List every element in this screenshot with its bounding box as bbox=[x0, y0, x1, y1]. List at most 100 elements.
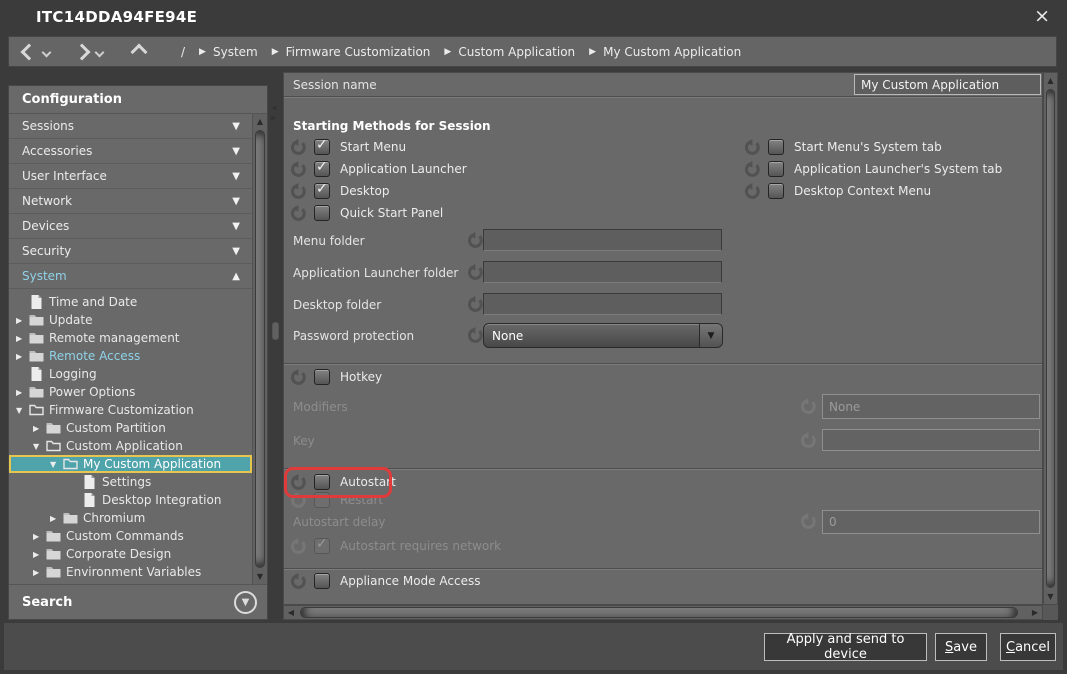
tree-item-partial[interactable]: ▶ bbox=[9, 581, 252, 583]
expand-icon[interactable]: ▶ bbox=[33, 532, 46, 541]
tree-item-desktop-integration[interactable]: Desktop Integration bbox=[9, 491, 252, 509]
tree-item-power-options[interactable]: ▶ Power Options bbox=[9, 383, 252, 401]
application-launcher-system-tab-checkbox[interactable] bbox=[768, 161, 784, 177]
scroll-up-icon[interactable]: ▲ bbox=[1044, 73, 1057, 88]
collapse-icon[interactable]: ▼ bbox=[33, 442, 46, 451]
breadcrumb-item-firmware-customization[interactable]: Firmware Customization bbox=[286, 45, 431, 59]
apply-and-send-button[interactable]: Apply and send to device bbox=[764, 633, 927, 661]
forward-history-chevron-icon[interactable] bbox=[95, 48, 105, 58]
appliance-mode-access-checkbox[interactable] bbox=[314, 573, 330, 589]
tree-item-environment-variables[interactable]: ▶ Environment Variables bbox=[9, 563, 252, 581]
collapse-icon[interactable]: ▼ bbox=[50, 460, 63, 469]
back-history-chevron-icon[interactable] bbox=[42, 48, 52, 58]
tree-item-chromium[interactable]: ▶ Chromium bbox=[9, 509, 252, 527]
tree-item-custom-commands[interactable]: ▶ Custom Commands bbox=[9, 527, 252, 545]
reset-icon[interactable] bbox=[290, 183, 306, 199]
reset-icon[interactable] bbox=[744, 139, 760, 155]
main-horizontal-scrollbar[interactable]: ◀ ▶ bbox=[283, 605, 1043, 620]
start-menu-checkbox[interactable] bbox=[314, 139, 330, 155]
sidebar-item-security[interactable]: Security ▼ bbox=[9, 239, 252, 264]
sidebar-list: Sessions ▼ Accessories ▼ User Interface … bbox=[9, 114, 252, 584]
tree-item-my-custom-application[interactable]: ▼ My Custom Application bbox=[9, 455, 252, 473]
sidebar-item-devices[interactable]: Devices ▼ bbox=[9, 214, 252, 239]
scroll-left-icon[interactable]: ◀ bbox=[284, 606, 298, 619]
sidebar-item-accessories[interactable]: Accessories ▼ bbox=[9, 139, 252, 164]
desktop-checkbox[interactable] bbox=[314, 183, 330, 199]
tree-item-remote-management[interactable]: ▶ Remote management bbox=[9, 329, 252, 347]
splitter-collapse-icon[interactable]: ◀ bbox=[271, 104, 276, 112]
expand-icon[interactable]: ▶ bbox=[16, 388, 29, 397]
tree-item-update[interactable]: ▶ Update bbox=[9, 311, 252, 329]
quick-start-panel-checkbox[interactable] bbox=[314, 205, 330, 221]
tree-item-settings[interactable]: Settings bbox=[9, 473, 252, 491]
reset-icon[interactable] bbox=[290, 369, 306, 385]
sidebar-item-network[interactable]: Network ▼ bbox=[9, 189, 252, 214]
tree-item-remote-access[interactable]: ▶ Remote Access bbox=[9, 347, 252, 365]
reset-icon[interactable] bbox=[467, 327, 483, 343]
reset-icon[interactable] bbox=[744, 183, 760, 199]
breadcrumb-item-my-custom-application[interactable]: My Custom Application bbox=[603, 45, 741, 59]
menu-folder-input[interactable] bbox=[483, 229, 722, 251]
expand-icon[interactable]: ▶ bbox=[16, 352, 29, 361]
desktop-context-menu-checkbox[interactable] bbox=[768, 183, 784, 199]
tree-item-custom-application[interactable]: ▼ Custom Application bbox=[9, 437, 252, 455]
save-button[interactable]: Save bbox=[935, 633, 987, 661]
expand-icon[interactable]: ▶ bbox=[33, 550, 46, 559]
scroll-down-icon[interactable]: ▼ bbox=[1044, 589, 1057, 604]
scrollbar-thumb[interactable] bbox=[255, 130, 265, 568]
scroll-down-icon[interactable]: ▼ bbox=[253, 569, 267, 584]
search-expand-button[interactable]: ▼ bbox=[234, 591, 257, 614]
tree-item-logging[interactable]: Logging bbox=[9, 365, 252, 383]
splitter-expand-icon[interactable]: ▶ bbox=[271, 114, 276, 122]
desktop-folder-input[interactable] bbox=[483, 293, 722, 315]
main-vertical-scrollbar[interactable]: ▲ ▼ bbox=[1043, 72, 1058, 605]
category-label: Devices bbox=[22, 219, 232, 233]
tree-item-firmware-customization[interactable]: ▼ Firmware Customization bbox=[9, 401, 252, 419]
expand-icon[interactable]: ▶ bbox=[33, 568, 46, 577]
scrollbar-thumb[interactable] bbox=[1046, 89, 1055, 588]
scroll-right-icon[interactable]: ▶ bbox=[1028, 606, 1042, 619]
expand-icon[interactable]: ▶ bbox=[50, 514, 63, 523]
collapse-icon[interactable]: ▼ bbox=[16, 406, 29, 415]
reset-icon[interactable] bbox=[290, 161, 306, 177]
checkbox-label: Autostart bbox=[340, 475, 396, 489]
tree-item-custom-partition[interactable]: ▶ Custom Partition bbox=[9, 419, 252, 437]
scrollbar-thumb[interactable] bbox=[300, 607, 1018, 618]
sidebar-item-user-interface[interactable]: User Interface ▼ bbox=[9, 164, 252, 189]
application-launcher-checkbox[interactable] bbox=[314, 161, 330, 177]
reset-icon[interactable] bbox=[290, 205, 306, 221]
tree-item-corporate-design[interactable]: ▶ Corporate Design bbox=[9, 545, 252, 563]
reset-icon[interactable] bbox=[467, 264, 483, 280]
reset-icon[interactable] bbox=[290, 139, 306, 155]
session-name-input[interactable] bbox=[854, 74, 1041, 95]
sidebar-item-system[interactable]: System ▲ bbox=[9, 264, 252, 289]
reset-icon[interactable] bbox=[467, 232, 483, 248]
autostart-checkbox[interactable] bbox=[314, 474, 330, 490]
reset-icon[interactable] bbox=[290, 573, 306, 589]
expand-icon[interactable]: ▶ bbox=[33, 424, 46, 433]
expand-icon[interactable]: ▶ bbox=[16, 316, 29, 325]
password-protection-dropdown[interactable]: None ▼ bbox=[483, 323, 723, 348]
application-launcher-folder-input[interactable] bbox=[483, 261, 722, 283]
dropdown-arrow-icon[interactable]: ▼ bbox=[699, 324, 722, 347]
breadcrumb-item-custom-application[interactable]: Custom Application bbox=[458, 45, 575, 59]
folder-icon bbox=[29, 331, 44, 345]
reset-icon[interactable] bbox=[744, 161, 760, 177]
start-menu-system-tab-checkbox[interactable] bbox=[768, 139, 784, 155]
back-icon[interactable] bbox=[21, 43, 38, 60]
forward-icon[interactable] bbox=[74, 43, 91, 60]
breadcrumb-item-system[interactable]: System bbox=[213, 45, 258, 59]
reset-icon[interactable] bbox=[467, 296, 483, 312]
close-icon[interactable]: × bbox=[1030, 4, 1054, 28]
splitter-grip[interactable] bbox=[272, 322, 279, 340]
up-icon[interactable] bbox=[131, 43, 148, 60]
scroll-up-icon[interactable]: ▲ bbox=[253, 114, 267, 129]
cancel-button[interactable]: Cancel bbox=[1000, 633, 1056, 661]
expand-icon[interactable]: ▶ bbox=[16, 334, 29, 343]
sidebar-scrollbar[interactable]: ▲ ▼ bbox=[252, 114, 267, 584]
reset-icon[interactable] bbox=[290, 474, 306, 490]
breadcrumb-root[interactable]: / bbox=[181, 45, 185, 59]
hotkey-checkbox[interactable] bbox=[314, 369, 330, 385]
tree-item-time-and-date[interactable]: Time and Date bbox=[9, 293, 252, 311]
sidebar-item-sessions[interactable]: Sessions ▼ bbox=[9, 114, 252, 139]
